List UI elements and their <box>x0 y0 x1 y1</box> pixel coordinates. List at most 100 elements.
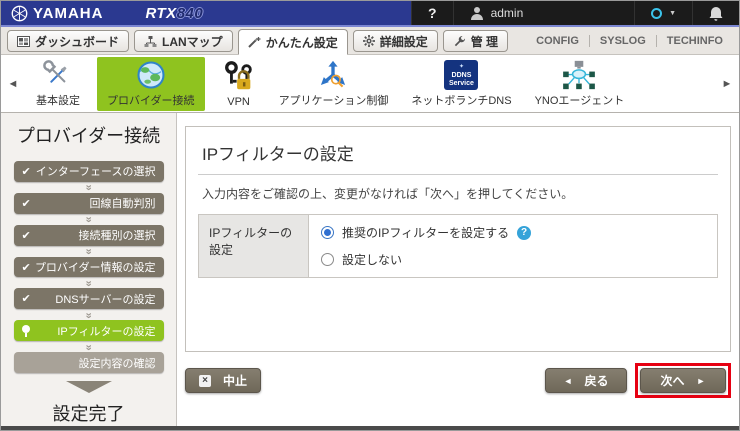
ddns-icon-text-2: Service <box>448 79 474 87</box>
step-provider-info[interactable]: ✔ プロバイダー情報の設定 <box>13 256 164 278</box>
category-application-control[interactable]: アプリケーション制御 <box>273 57 395 111</box>
category-label: アプリケーション制御 <box>278 94 389 107</box>
form-options: 推奨のIPフィルターを設定する ? 設定しない <box>309 215 717 277</box>
finish-arrow-icon <box>65 381 112 394</box>
tab-label: 詳細設定 <box>379 34 428 49</box>
step-separator-chevron-icon: » <box>82 216 95 222</box>
config-link[interactable]: CONFIG <box>526 35 589 47</box>
tab-dashboard[interactable]: ダッシュボード <box>7 30 130 52</box>
instruction-text: 入力内容をご確認の上、変更がなければ「次へ」を押してください。 <box>202 187 574 201</box>
help-button[interactable]: ? <box>411 1 453 25</box>
category-yno-agent[interactable]: YNOエージェント <box>529 57 631 111</box>
current-step-pin-icon <box>21 324 30 337</box>
tab-management[interactable]: 管 理 <box>442 30 509 52</box>
step-separator-chevron-icon: » <box>82 248 95 254</box>
step-separator-chevron-icon: » <box>82 280 95 286</box>
check-icon: ✔ <box>21 293 31 306</box>
option-label: 推奨のIPフィルターを設定する <box>342 226 510 240</box>
category-label: VPN <box>227 95 250 108</box>
next-label: 次へ <box>660 374 685 388</box>
status-ring-icon <box>651 7 663 19</box>
step-separator-chevron-icon: » <box>82 184 95 190</box>
gear-icon <box>362 35 375 47</box>
help-badge-icon[interactable]: ? <box>517 225 532 240</box>
tab-bar: ダッシュボード LANマップ かんたん設定 詳細設定 管 理 CONFIG SY… <box>1 27 739 55</box>
ddns-service-icon: ✦ DDNS Service <box>444 59 479 90</box>
finish-label: 設定完了 <box>52 404 125 425</box>
step-connection-type[interactable]: ✔ 接続種別の選択 <box>13 224 164 246</box>
option-no-filter[interactable]: 設定しない <box>321 246 705 273</box>
chevron-down-icon: ▼ <box>669 9 676 17</box>
tab-advanced-settings[interactable]: 詳細設定 <box>352 30 438 52</box>
category-provider-connection[interactable]: プロバイダー接続 <box>97 56 205 111</box>
next-arrow-icon: ► <box>696 375 706 386</box>
step-ip-filter-current[interactable]: IPフィルターの設定 <box>13 320 164 342</box>
model-logo: RTX840 <box>145 5 203 22</box>
radio-unselected-icon[interactable] <box>321 253 334 266</box>
wizard-title: プロバイダー接続 <box>16 126 161 146</box>
abort-label: 中止 <box>223 374 248 388</box>
step-label: インターフェースの選択 <box>35 166 156 179</box>
scroll-left-arrow-icon[interactable]: ◄ <box>7 78 19 90</box>
back-arrow-icon: ◄ <box>563 375 573 386</box>
tab-lan-map[interactable]: LANマップ <box>134 30 233 52</box>
notifications-button[interactable] <box>692 1 739 25</box>
category-label: 基本設定 <box>36 94 80 107</box>
back-label: 戻る <box>584 374 609 388</box>
dashboard-icon <box>17 35 30 47</box>
techinfo-link[interactable]: TECHINFO <box>655 34 733 47</box>
content-area: プロバイダー接続 ✔ インターフェースの選択 » ✔ 回線自動判別 » ✔ 接続… <box>1 113 739 426</box>
category-netvolante-dns[interactable]: ✦ DDNS Service ネットボランチDNS <box>405 57 517 111</box>
step-interface-selection[interactable]: ✔ インターフェースの選択 <box>13 161 164 182</box>
bottom-status-bar <box>1 426 739 430</box>
abort-box-x-icon: × <box>199 374 211 387</box>
status-dropdown[interactable]: ▼ <box>634 1 692 25</box>
tab-easy-setup[interactable]: かんたん設定 <box>237 29 348 55</box>
step-label: 設定内容の確認 <box>78 357 156 370</box>
branch-arrows-icon <box>321 60 346 87</box>
top-bar-utility-area: ? admin ▼ <box>411 1 739 25</box>
globe-icon <box>137 60 165 89</box>
abort-button[interactable]: × 中止 <box>185 368 262 393</box>
step-separator-chevron-icon: » <box>82 344 95 350</box>
yno-network-icon <box>563 60 596 89</box>
step-dns-server[interactable]: ✔ DNSサーバーの設定 <box>13 288 164 310</box>
radio-selected-icon[interactable] <box>321 226 334 239</box>
step-confirm-settings[interactable]: 設定内容の確認 <box>13 352 164 374</box>
step-line-auto-detect[interactable]: ✔ 回線自動判別 <box>13 192 164 214</box>
option-label: 設定しない <box>342 253 403 267</box>
settings-panel: IPフィルターの設定 入力内容をご確認の上、変更がなければ「次へ」を押してくださ… <box>185 126 731 352</box>
model-name: RTX <box>145 4 177 22</box>
option-recommended-filter[interactable]: 推奨のIPフィルターを設定する ? <box>321 219 705 246</box>
step-label: 回線自動判別 <box>89 198 156 211</box>
category-basic-settings[interactable]: 基本設定 <box>30 57 86 111</box>
top-bar-brand-area: YAMAHA RTX840 <box>1 1 411 25</box>
brand-text: YAMAHA <box>33 4 104 22</box>
yamaha-tuning-forks-icon <box>11 5 28 21</box>
yamaha-logo: YAMAHA <box>11 5 103 22</box>
step-label: 接続種別の選択 <box>78 230 156 243</box>
step-label: DNSサーバーの設定 <box>55 293 156 306</box>
app-window: YAMAHA RTX840 ? admin ▼ ダッシュボード LANマップ か… <box>0 0 740 431</box>
check-icon: ✔ <box>21 229 31 242</box>
help-icon: ? <box>428 5 437 21</box>
user-menu[interactable]: admin <box>452 1 635 25</box>
back-button[interactable]: ◄ 戻る <box>545 368 627 393</box>
utility-links: CONFIG SYSLOG TECHINFO <box>526 27 733 54</box>
tools-icon <box>43 59 67 83</box>
syslog-link[interactable]: SYSLOG <box>588 34 656 47</box>
check-icon: ✔ <box>21 197 31 210</box>
wizard-sidebar: プロバイダー接続 ✔ インターフェースの選択 » ✔ 回線自動判別 » ✔ 接続… <box>1 113 177 426</box>
main-content: IPフィルターの設定 入力内容をご確認の上、変更がなければ「次へ」を押してくださ… <box>177 113 739 426</box>
category-vpn[interactable]: VPN <box>216 57 262 111</box>
check-icon: ✔ <box>21 165 31 178</box>
category-bar: ◄ 基本設定 プロバイダー接続 VPN アプリケーション制御 ✦ DDNS Se… <box>1 55 739 113</box>
tab-label: ダッシュボード <box>35 34 120 49</box>
check-icon: ✔ <box>21 261 31 274</box>
scroll-right-arrow-icon[interactable]: ► <box>721 78 733 90</box>
red-highlight-annotation: 次へ ► <box>635 363 731 398</box>
bell-icon <box>709 6 723 21</box>
step-label: IPフィルターの設定 <box>57 325 156 338</box>
step-label: プロバイダー情報の設定 <box>34 262 156 274</box>
next-button[interactable]: 次へ ► <box>640 368 726 393</box>
